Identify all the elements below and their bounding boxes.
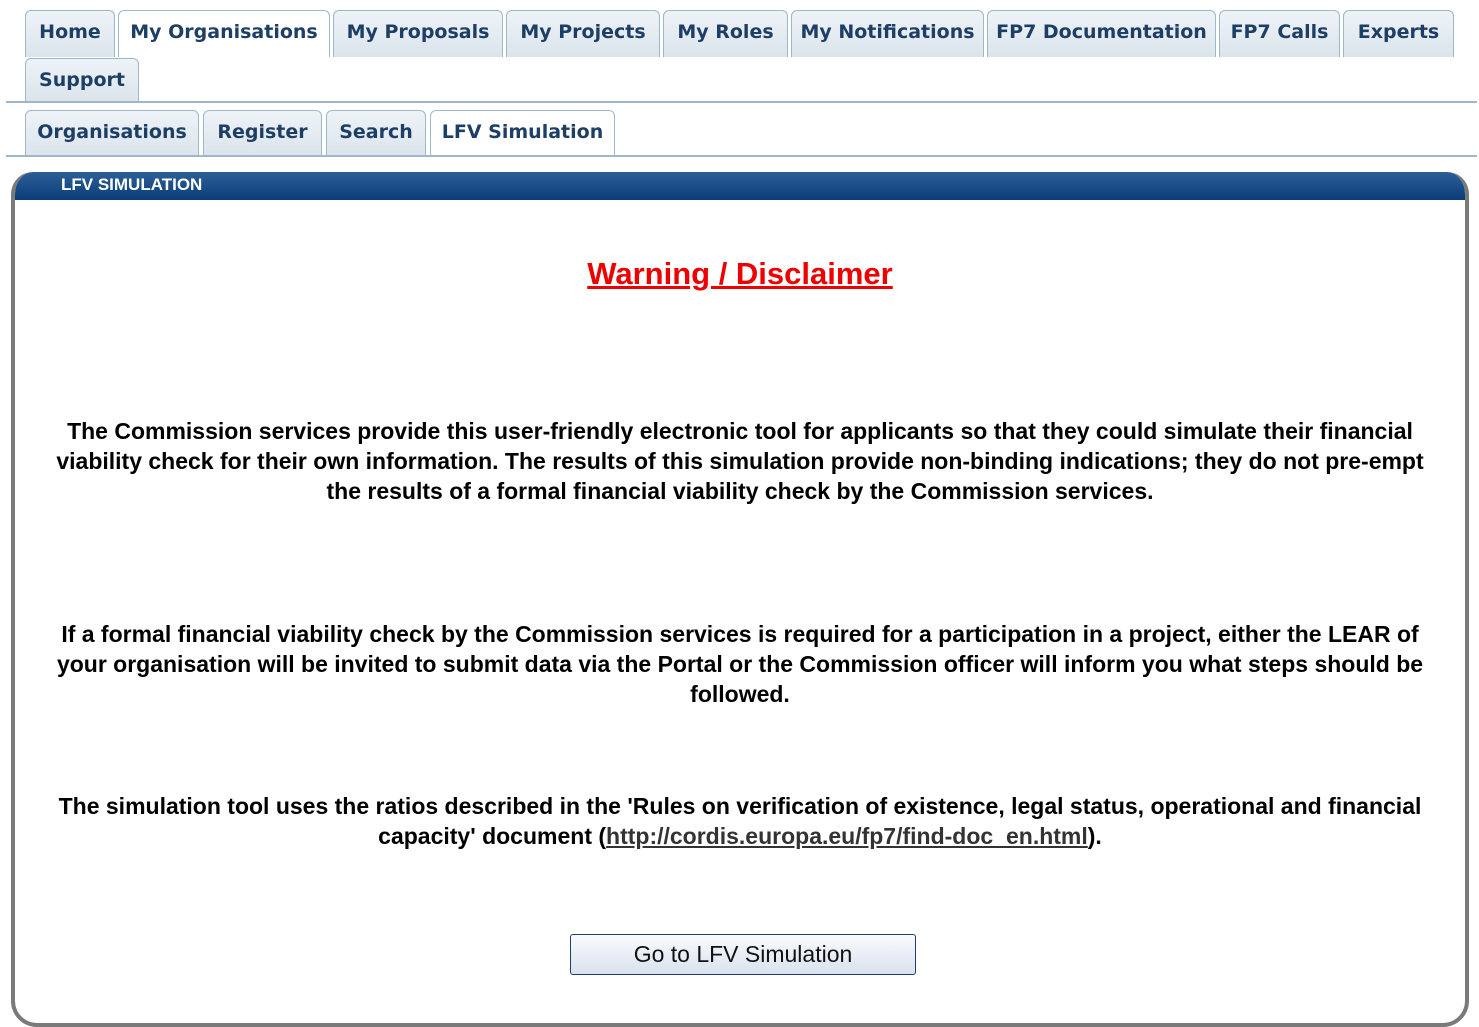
panel-header: LFV SIMULATION [15,172,1465,200]
subtab-search[interactable]: Search [326,110,426,156]
tab-fp7-calls[interactable]: FP7 Calls [1219,10,1340,57]
tab-my-notifications[interactable]: My Notifications [791,10,984,57]
go-to-lfv-simulation-button[interactable]: Go to LFV Simulation [570,934,916,975]
tab-my-projects[interactable]: My Projects [506,10,660,57]
tab-my-roles[interactable]: My Roles [663,10,788,57]
tab-home[interactable]: Home [25,10,115,57]
disclaimer-paragraph-2: If a formal financial viability check by… [56,621,1424,707]
tab-support[interactable]: Support [25,58,139,102]
tab-my-proposals[interactable]: My Proposals [333,10,503,57]
disclaimer-paragraph-3: The simulation tool uses the ratios desc… [55,791,1425,851]
panel-title: LFV SIMULATION [61,175,203,194]
subtab-register[interactable]: Register [203,110,322,156]
lfv-simulation-panel: LFV SIMULATION Warning / Disclaimer The … [11,172,1469,1027]
tab-my-organisations[interactable]: My Organisations [118,10,330,57]
disclaimer-heading: Warning / Disclaimer [587,256,893,291]
disclaimer-paragraph-1: The Commission services provide this use… [56,418,1424,504]
tab-experts[interactable]: Experts [1343,10,1454,57]
paragraph-3-closing: ). [1087,823,1102,849]
sub-tab-divider [6,155,1477,157]
subtab-lfv-simulation[interactable]: LFV Simulation [430,110,615,156]
subtab-organisations[interactable]: Organisations [25,110,199,156]
main-tab-divider [6,101,1477,103]
find-doc-link[interactable]: http://cordis.europa.eu/fp7/find-doc_en.… [606,823,1088,849]
tab-fp7-documentation[interactable]: FP7 Documentation [987,10,1216,57]
